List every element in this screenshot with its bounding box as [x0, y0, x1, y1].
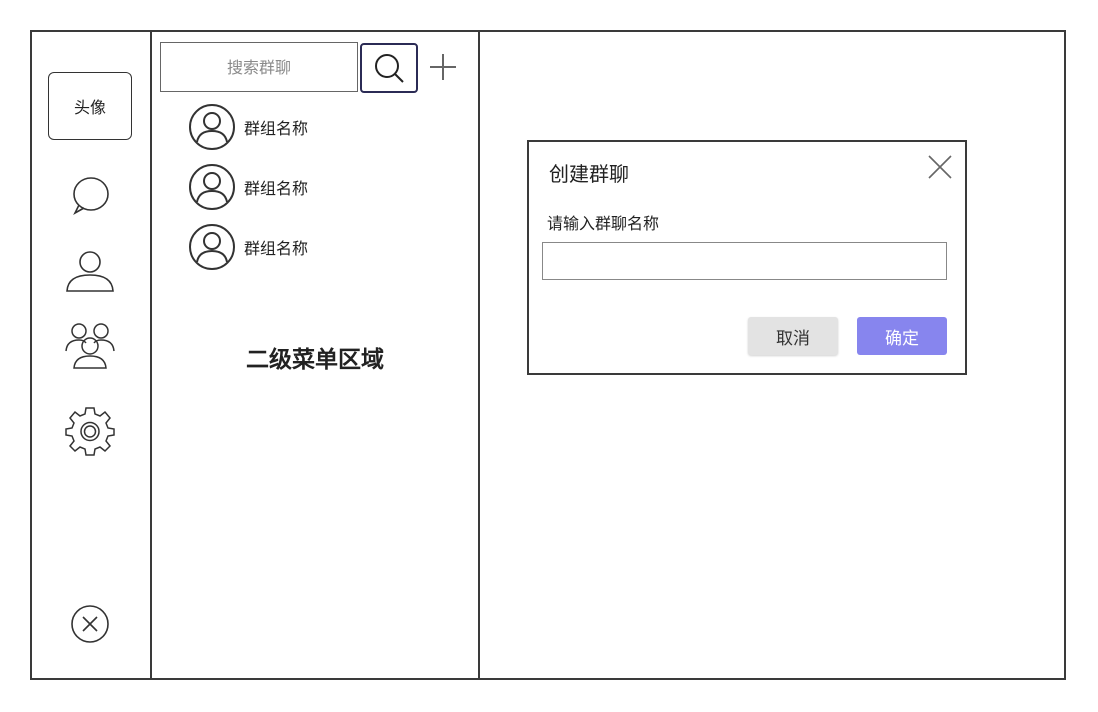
cancel-button[interactable]: 取消 — [748, 317, 838, 355]
create-group-dialog: 创建群聊 请输入群聊名称 取消 确定 — [527, 140, 967, 375]
group-list-item[interactable]: 群组名称 — [188, 102, 308, 152]
group-name: 群组名称 — [244, 179, 309, 198]
user-avatar-icon — [189, 224, 235, 270]
confirm-button[interactable]: 确定 — [857, 317, 947, 355]
group-list: 群组名称 群组名称 群组名称 — [188, 102, 308, 282]
plus-icon — [430, 54, 456, 80]
chat-bubble-icon[interactable] — [64, 170, 116, 222]
close-icon[interactable] — [925, 152, 955, 182]
add-group-button[interactable] — [426, 50, 460, 84]
group-list-item[interactable]: 群组名称 — [188, 222, 308, 272]
group-name-label: 请输入群聊名称 — [547, 214, 660, 233]
close-circle-icon[interactable] — [64, 598, 116, 650]
secondary-menu-panel: 群组名称 群组名称 群组名称 二级菜单区域 — [152, 32, 480, 678]
search-group-input[interactable] — [160, 42, 358, 92]
search-button[interactable] — [360, 43, 418, 93]
avatar-label: 头像 — [73, 98, 106, 117]
user-avatar-icon — [189, 104, 235, 150]
secondary-menu-area-label: 二级菜单区域 — [246, 347, 384, 373]
avatar[interactable]: 头像 — [48, 72, 132, 140]
user-avatar-icon — [189, 164, 235, 210]
group-name-input[interactable] — [542, 242, 947, 280]
left-nav-rail: 头像 — [32, 32, 152, 678]
search-icon — [375, 54, 404, 83]
group-list-item[interactable]: 群组名称 — [188, 162, 308, 212]
group-name: 群组名称 — [244, 239, 309, 258]
group-name: 群组名称 — [244, 119, 309, 138]
dialog-title: 创建群聊 — [549, 162, 629, 186]
user-icon[interactable] — [64, 246, 116, 298]
group-icon[interactable] — [64, 320, 116, 372]
settings-gear-icon[interactable] — [64, 404, 116, 456]
